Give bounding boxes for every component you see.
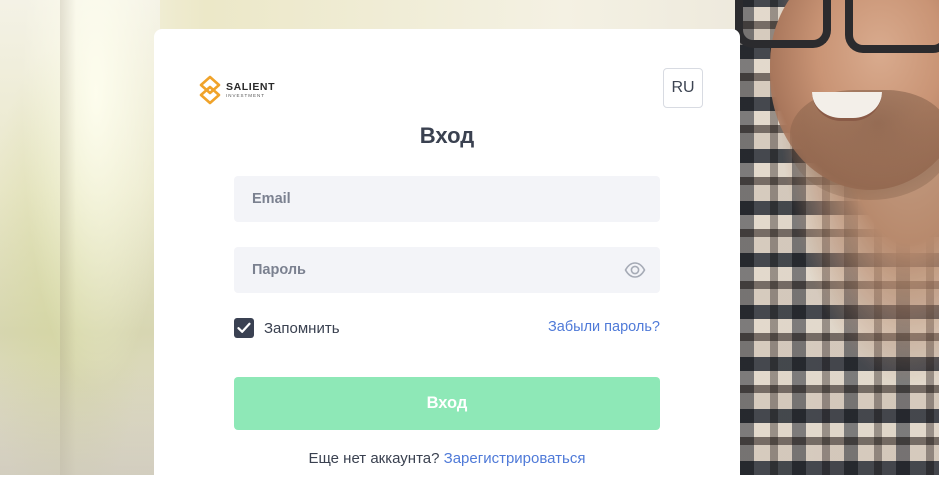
no-account-text: Еще нет аккаунта? (308, 450, 440, 467)
brand-logo[interactable]: SALIENT INVESTMENT (198, 75, 275, 105)
brand-logo-icon (199, 75, 221, 105)
remember-label: Запомнить (264, 319, 340, 337)
brand-name: SALIENT (226, 81, 276, 93)
brand-tagline: INVESTMENT (226, 92, 266, 98)
email-field-container (234, 176, 660, 222)
forgot-password-link[interactable]: Забыли пароль? (548, 319, 660, 335)
email-input[interactable] (250, 190, 644, 208)
remember-checkbox[interactable] (234, 318, 254, 338)
checkmark-icon (237, 322, 251, 333)
language-switcher-button[interactable]: RU (663, 68, 703, 108)
register-link[interactable]: Зарегистрироваться (444, 450, 586, 467)
login-card: SALIENT INVESTMENT RU Вход Запомнить Заб… (154, 29, 740, 489)
remember-me[interactable]: Запомнить (234, 318, 340, 338)
password-field-container (234, 247, 660, 293)
register-prompt: Еще нет аккаунта? Зарегистрироваться (154, 450, 740, 467)
eye-icon[interactable] (624, 261, 646, 279)
page-title: Вход (419, 123, 475, 148)
password-input[interactable] (250, 261, 644, 279)
background-glasses-right (845, 0, 939, 53)
login-submit-button[interactable]: Вход (234, 377, 660, 430)
background-glasses-left (735, 0, 831, 48)
background-left-bottom (0, 360, 160, 475)
